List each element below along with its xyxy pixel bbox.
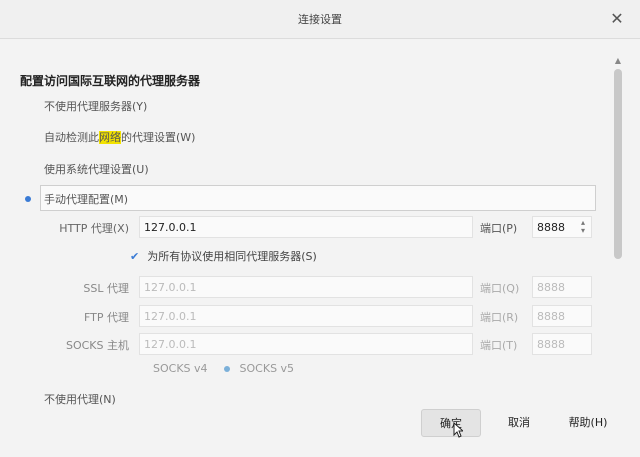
vertical-scrollbar[interactable]: ▲ xyxy=(611,39,625,457)
title-bar: 连接设置 ✕ xyxy=(0,0,640,39)
auto-detect-text-pre: 自动检测此 xyxy=(44,131,99,144)
scrollbar-thumb[interactable] xyxy=(614,69,622,259)
socks-port-label: 端口(T) xyxy=(480,339,518,352)
ftp-port-label: 端口(R) xyxy=(480,311,519,324)
scroll-up-icon[interactable]: ▲ xyxy=(613,57,623,65)
socks-version-group: SOCKS v4 SOCKS v5 xyxy=(153,362,294,375)
dialog-content: 配置访问国际互联网的代理服务器 不使用代理服务器(Y) 自动检测此网络的代理设置… xyxy=(0,39,610,457)
radio-manual-proxy-label: 手动代理配置(M) xyxy=(44,193,129,206)
share-proxy-checkbox[interactable]: ✔ 为所有协议使用相同代理服务器(S) xyxy=(130,248,317,264)
ssl-proxy-input[interactable]: 127.0.0.1 xyxy=(139,276,473,298)
no-proxy-for-label: 不使用代理(N) xyxy=(44,393,116,406)
socks-v5-radio-icon[interactable] xyxy=(223,365,230,372)
mouse-cursor-icon xyxy=(453,422,463,438)
ftp-proxy-input[interactable]: 127.0.0.1 xyxy=(139,305,473,327)
radio-system-proxy-label: 使用系统代理设置(U) xyxy=(44,163,149,176)
checkmark-icon[interactable]: ✔ xyxy=(130,250,139,263)
radio-auto-detect[interactable]: 自动检测此网络的代理设置(W) xyxy=(22,129,195,145)
http-port-label: 端口(P) xyxy=(480,222,518,235)
radio-system-proxy[interactable]: 使用系统代理设置(U) xyxy=(22,161,149,177)
radio-manual-proxy[interactable]: 手动代理配置(M) xyxy=(22,191,128,207)
section-heading: 配置访问国际互联网的代理服务器 xyxy=(20,74,201,88)
radio-manual-proxy-icon[interactable] xyxy=(22,193,34,205)
auto-detect-highlight: 网络 xyxy=(99,131,121,144)
ftp-proxy-label: FTP 代理 xyxy=(84,311,129,324)
radio-no-proxy-icon[interactable] xyxy=(22,100,34,112)
socks-host-input[interactable]: 127.0.0.1 xyxy=(139,333,473,355)
ssl-port-input[interactable]: 8888 xyxy=(532,276,592,298)
socks-v5-option[interactable]: SOCKS v5 xyxy=(240,362,295,375)
radio-no-proxy-label: 不使用代理服务器(Y) xyxy=(44,100,148,113)
cancel-button[interactable]: 取消 xyxy=(490,409,548,435)
ssl-proxy-label: SSL 代理 xyxy=(83,282,129,295)
share-proxy-label: 为所有协议使用相同代理服务器(S) xyxy=(147,250,317,263)
http-proxy-input[interactable]: 127.0.0.1 xyxy=(139,216,473,238)
radio-no-proxy[interactable]: 不使用代理服务器(Y) xyxy=(22,98,147,114)
radio-system-proxy-icon[interactable] xyxy=(22,163,34,175)
ssl-port-label: 端口(Q) xyxy=(480,282,520,295)
help-button[interactable]: 帮助(H) xyxy=(558,409,618,435)
radio-auto-detect-label: 自动检测此网络的代理设置(W) xyxy=(44,129,195,145)
socks-port-input[interactable]: 8888 xyxy=(532,333,592,355)
ok-button[interactable]: 确定 xyxy=(421,409,481,437)
close-icon[interactable]: ✕ xyxy=(608,10,626,28)
ftp-port-input[interactable]: 8888 xyxy=(532,305,592,327)
auto-detect-text-post: 的代理设置(W) xyxy=(121,131,196,144)
http-proxy-label: HTTP 代理(X) xyxy=(59,222,129,235)
http-port-stepper-icon[interactable]: ▴ ▾ xyxy=(578,219,588,235)
window-title: 连接设置 xyxy=(298,13,342,26)
radio-auto-detect-icon[interactable] xyxy=(22,131,34,143)
socks-host-label: SOCKS 主机 xyxy=(65,339,129,352)
socks-v4-option[interactable]: SOCKS v4 xyxy=(153,362,208,375)
